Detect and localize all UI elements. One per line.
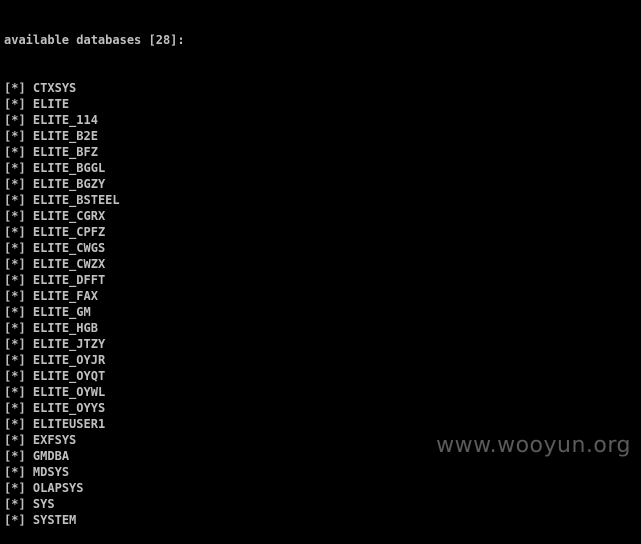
database-entry: [*] ELITE: [4, 96, 634, 112]
database-name: SYS: [32, 497, 55, 511]
database-entry: [*] ELITE_JTZY: [4, 336, 634, 352]
database-name: OLAPSYS: [32, 481, 84, 495]
database-entry: [*] ELITE_CWZX: [4, 256, 634, 272]
database-entry: [*] ELITE_BFZ: [4, 144, 634, 160]
database-name: ELITE_CWGS: [32, 241, 106, 255]
bullet-marker: [*]: [4, 401, 26, 415]
database-entry: [*] OLAPSYS: [4, 480, 634, 496]
database-name: ELITE_CGRX: [32, 209, 106, 223]
bullet-marker: [*]: [4, 497, 26, 511]
database-name: ELITE_114: [32, 113, 98, 127]
bullet-marker: [*]: [4, 433, 26, 447]
bullet-marker: [*]: [4, 145, 26, 159]
bullet-marker: [*]: [4, 337, 26, 351]
database-entry: [*] ELITE_CPFZ: [4, 224, 634, 240]
database-name: ELITE_DFFT: [32, 273, 106, 287]
database-name: ELITE_BSTEEL: [32, 193, 120, 207]
bullet-marker: [*]: [4, 81, 26, 95]
database-name: ELITE_B2E: [32, 129, 98, 143]
database-entry: [*] SYS: [4, 496, 634, 512]
bullet-marker: [*]: [4, 353, 26, 367]
bullet-marker: [*]: [4, 177, 26, 191]
database-entry: [*] ELITEUSER1: [4, 416, 634, 432]
database-name: MDSYS: [32, 465, 70, 479]
bullet-marker: [*]: [4, 289, 26, 303]
database-entry: [*] ELITE_BGGL: [4, 160, 634, 176]
bullet-marker: [*]: [4, 513, 26, 527]
bullet-marker: [*]: [4, 305, 26, 319]
database-name: ELITE_GM: [32, 305, 91, 319]
bullet-marker: [*]: [4, 321, 26, 335]
databases-header: available databases [28]:: [4, 33, 185, 47]
database-entry: [*] ELITE_B2E: [4, 128, 634, 144]
database-name: ELITE_BFZ: [32, 145, 98, 159]
database-name: ELITE_OYWL: [32, 385, 106, 399]
database-entry: [*] SYSTEM: [4, 512, 634, 528]
database-entry: [*] ELITE_BGZY: [4, 176, 634, 192]
database-name: ELITE_FAX: [32, 289, 98, 303]
bullet-marker: [*]: [4, 161, 26, 175]
database-name: GMDBA: [32, 449, 70, 463]
bullet-marker: [*]: [4, 417, 26, 431]
database-entry: [*] ELITE_CWGS: [4, 240, 634, 256]
database-name: CTXSYS: [32, 81, 77, 95]
bullet-marker: [*]: [4, 257, 26, 271]
bullet-marker: [*]: [4, 465, 26, 479]
database-name: ELITE_OYJR: [32, 353, 106, 367]
bullet-marker: [*]: [4, 113, 26, 127]
database-list: [*] CTXSYS [*] ELITE [*] ELITE_114 [*] ELIT…: [4, 80, 634, 528]
database-entry: [*] ELITE_HGB: [4, 320, 634, 336]
database-name: EXFSYS: [32, 433, 77, 447]
database-entry: [*] ELITE_114: [4, 112, 634, 128]
database-name: SYSTEM: [32, 513, 77, 527]
database-name: ELITEUSER1: [32, 417, 106, 431]
bullet-marker: [*]: [4, 129, 26, 143]
bullet-marker: [*]: [4, 209, 26, 223]
console-output: available databases [28]: [*] CTXSYS [*] …: [4, 0, 634, 527]
database-entry: [*] ELITE_CGRX: [4, 208, 634, 224]
database-name: ELITE_HGB: [32, 321, 98, 335]
database-name: ELITE_JTZY: [32, 337, 106, 351]
database-name: ELITE_OYQT: [32, 369, 106, 383]
database-name: ELITE_CWZX: [32, 257, 106, 271]
bullet-marker: [*]: [4, 481, 26, 495]
database-entry: [*] ELITE_GM: [4, 304, 634, 320]
bullet-marker: [*]: [4, 193, 26, 207]
database-entry: [*] ELITE_FAX: [4, 288, 634, 304]
database-entry: [*] ELITE_OYQT: [4, 368, 634, 384]
bullet-marker: [*]: [4, 385, 26, 399]
database-entry: [*] ELITE_OYWL: [4, 384, 634, 400]
database-name: ELITE_CPFZ: [32, 225, 106, 239]
database-entry: [*] ELITE_OYYS: [4, 400, 634, 416]
database-entry: [*] CTXSYS: [4, 80, 634, 96]
database-entry: [*] ELITE_DFFT: [4, 272, 634, 288]
database-entry: [*] ELITE_OYJR: [4, 352, 634, 368]
database-name: ELITE_OYYS: [32, 401, 106, 415]
bullet-marker: [*]: [4, 97, 26, 111]
bullet-marker: [*]: [4, 449, 26, 463]
database-name: ELITE_BGZY: [32, 177, 106, 191]
database-name: ELITE: [32, 97, 70, 111]
database-entry: [*] ELITE_BSTEEL: [4, 192, 634, 208]
bullet-marker: [*]: [4, 225, 26, 239]
database-entry: [*] MDSYS: [4, 464, 634, 480]
bullet-marker: [*]: [4, 273, 26, 287]
database-name: ELITE_BGGL: [32, 161, 106, 175]
bullet-marker: [*]: [4, 241, 26, 255]
bullet-marker: [*]: [4, 369, 26, 383]
watermark: www.wooyun.org: [436, 433, 631, 458]
